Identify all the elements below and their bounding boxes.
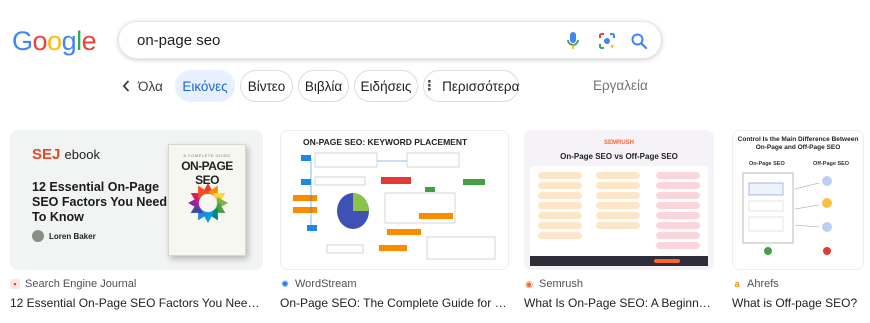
chip-label: Περισσότερα	[442, 78, 520, 94]
logo-letter: g	[61, 26, 77, 56]
thumb-left-label: On-Page SEO	[749, 161, 785, 167]
result-meta: ◉ Semrush What Is On-Page SEO: A Beginne…	[524, 277, 714, 310]
result-source[interactable]: a Ahrefs	[732, 277, 864, 291]
book-kicker: A COMPLETE GUIDE	[183, 153, 231, 158]
chevron-left-icon	[122, 80, 130, 92]
thumb-brand: SEJ ebook	[32, 146, 100, 163]
chip-label: Βιβλία	[304, 78, 343, 94]
chip-images[interactable]: Εικόνες	[175, 70, 235, 102]
thumb-heading: 12 Essential On-Page SEO Factors You Nee…	[32, 180, 167, 224]
back-all-label: Όλα	[138, 78, 163, 94]
chip-label: Εικόνες	[182, 78, 228, 94]
gear-wheel-graphic	[188, 183, 228, 223]
logo-letter: o	[32, 26, 48, 56]
result-meta: ▪ Search Engine Journal 12 Essential On-…	[10, 277, 263, 310]
source-name: Ahrefs	[747, 278, 779, 290]
lens-icon[interactable]	[597, 31, 617, 51]
google-logo[interactable]: Google	[12, 26, 97, 57]
chip-label: Βίντεο	[247, 78, 286, 94]
chip-videos[interactable]: Βίντεο	[240, 70, 293, 102]
result-title[interactable]: 12 Essential On-Page SEO Factors You Nee…	[10, 296, 263, 310]
tools-button[interactable]: Εργαλεία	[593, 78, 648, 93]
result-source[interactable]: ◉ Semrush	[524, 277, 714, 291]
source-name: Search Engine Journal	[25, 278, 137, 290]
result-thumbnail[interactable]: SEMRUSH On-Page SEO vs Off-Page SEO	[524, 130, 714, 270]
logo-letter: G	[12, 26, 33, 56]
result-thumbnail[interactable]: Control Is the Main Difference Between O…	[732, 130, 864, 270]
chip-more[interactable]: ⋮ Περισσότερα	[423, 70, 519, 102]
more-vert-icon: ⋮	[422, 78, 437, 93]
thumb-right-label: Off-Page SEO	[813, 161, 850, 167]
search-box[interactable]: on-page seo	[118, 21, 662, 59]
microphone-icon[interactable]	[563, 31, 583, 51]
result-source[interactable]: ✺ WordStream	[280, 277, 509, 291]
result-title[interactable]: What Is On-Page SEO: A Beginner's ...	[524, 296, 714, 310]
keyword-placement-diagram	[293, 152, 496, 260]
thumb-author: Loren Baker	[32, 230, 96, 242]
result-thumbnail[interactable]: SEJ ebook 12 Essential On-Page SEO Facto…	[10, 130, 263, 270]
chip-books[interactable]: Βιβλία	[298, 70, 349, 102]
source-favicon-icon: ✺	[281, 278, 289, 289]
source-favicon-icon: ◉	[525, 278, 533, 289]
thumb-brand-suffix: ebook	[64, 147, 100, 162]
back-all-button[interactable]: Όλα	[122, 70, 163, 102]
source-name: Semrush	[539, 278, 584, 290]
source-favicon-icon: a	[734, 279, 740, 289]
logo-letter: o	[47, 26, 62, 56]
result-title[interactable]: What is Off-page SEO?	[732, 296, 864, 310]
avatar	[32, 230, 44, 242]
chip-news[interactable]: Ειδήσεις	[354, 70, 418, 102]
search-input[interactable]: on-page seo	[137, 32, 220, 49]
logo-letter: e	[81, 26, 97, 56]
result-title[interactable]: On-Page SEO: The Complete Guide for 2024…	[280, 296, 509, 310]
thumb-author-name: Loren Baker	[49, 231, 96, 241]
book-cover: A COMPLETE GUIDE ON-PAGE SEO	[168, 144, 246, 256]
source-name: WordStream	[295, 278, 357, 290]
result-thumbnail[interactable]: ON-PAGE SEO: KEYWORD PLACEMENT	[280, 130, 509, 270]
source-favicon-icon: ▪	[10, 279, 20, 289]
filter-chip-bar: Όλα Εικόνες Βίντεο Βιβλία Ειδήσεις ⋮ Περ…	[0, 70, 870, 102]
result-source[interactable]: ▪ Search Engine Journal	[10, 277, 263, 291]
on-off-page-graphic	[742, 172, 832, 255]
result-meta: a Ahrefs What is Off-page SEO?	[732, 277, 864, 310]
thumb-brand-prefix: SEJ	[32, 146, 61, 163]
search-icon[interactable]	[629, 31, 649, 51]
thumb-heading: On-Page SEO vs Off-Page SEO	[560, 152, 678, 161]
thumb-brand: SEMRUSH	[603, 140, 634, 146]
thumb-heading: ON-PAGE SEO: KEYWORD PLACEMENT	[303, 137, 468, 147]
thumb-heading: Control Is the Main Difference Between O…	[737, 136, 859, 151]
seo-comparison-graphic	[530, 166, 708, 266]
chip-label: Ειδήσεις	[360, 78, 412, 94]
result-meta: ✺ WordStream On-Page SEO: The Complete G…	[280, 277, 509, 310]
